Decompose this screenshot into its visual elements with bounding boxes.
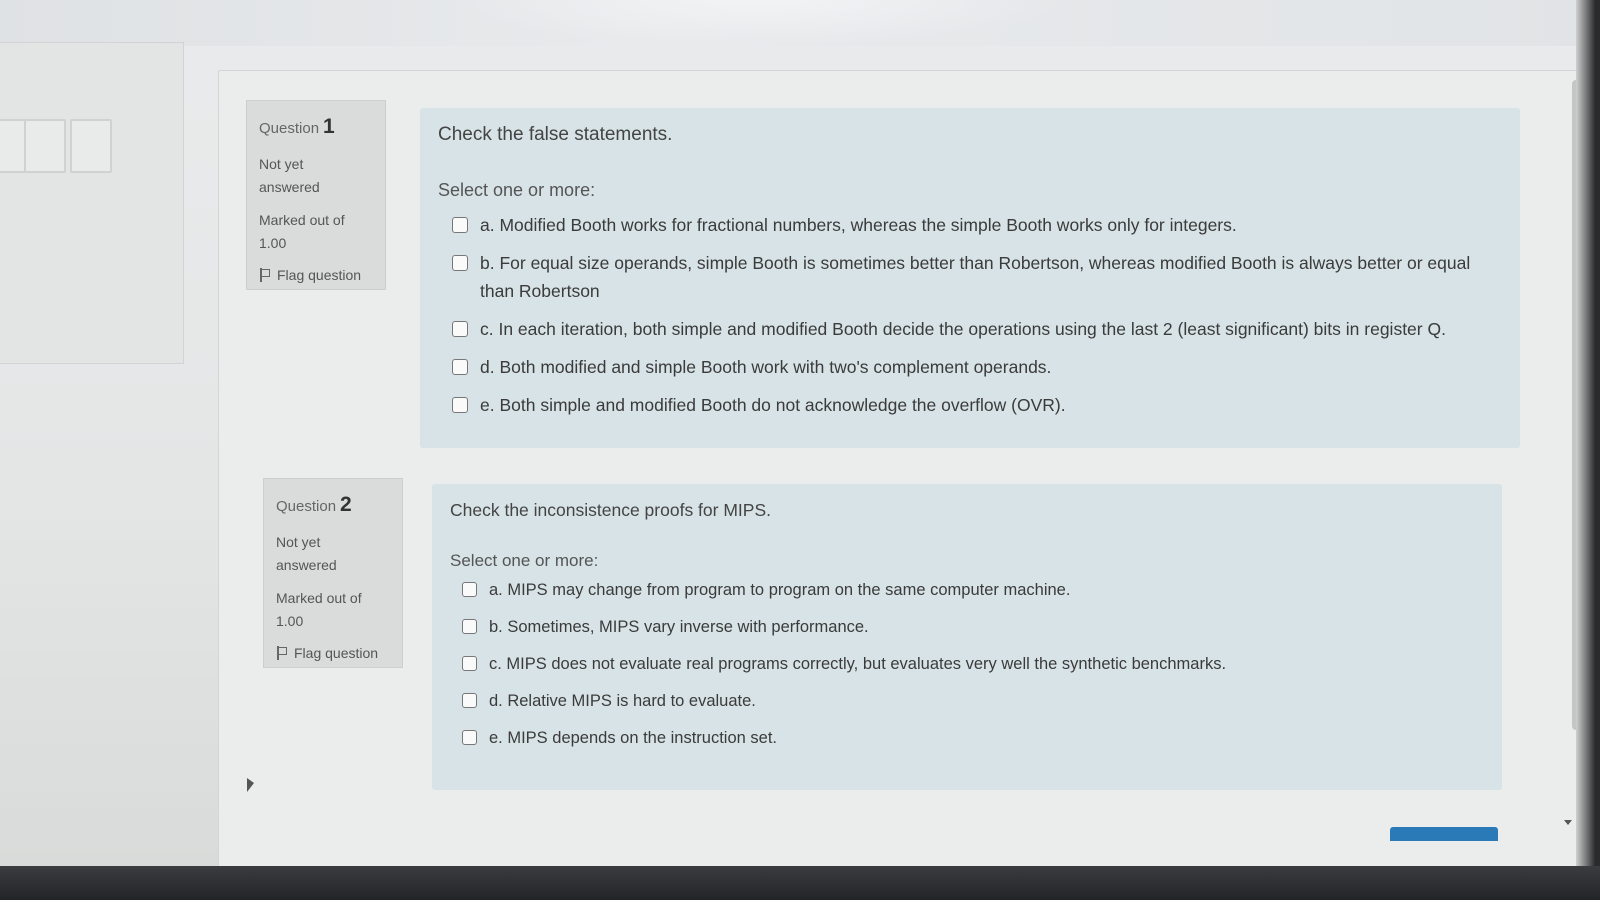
screen-bezel-right [1576, 0, 1600, 900]
next-page-button[interactable] [1390, 827, 1498, 841]
answer-option[interactable]: e. Both simple and modified Booth do not… [438, 391, 1502, 419]
checkbox-icon[interactable] [462, 730, 477, 745]
mouse-cursor-icon [247, 778, 254, 792]
answer-prompt: Select one or more: [450, 551, 599, 570]
checkbox-icon[interactable] [452, 217, 468, 233]
marked-line: Marked out of [259, 212, 345, 228]
flag-icon [276, 646, 288, 660]
option-label: c. In each iteration, both simple and mo… [480, 319, 1446, 339]
state-line: Not yet [276, 534, 321, 550]
browser-top-area [0, 0, 1600, 46]
question-grade: Marked out of 1.00 [276, 587, 390, 633]
checkbox-icon[interactable] [462, 619, 477, 634]
answer-option[interactable]: a. Modified Booth works for fractional n… [438, 211, 1502, 239]
checkbox-icon[interactable] [462, 693, 477, 708]
question-text: Check the false statements. [438, 124, 673, 145]
answer-option[interactable]: c. MIPS does not evaluate real programs … [450, 651, 1484, 677]
flag-question-button[interactable]: Flag question [259, 267, 373, 283]
question-1-content: Check the false statements. Select one o… [420, 108, 1520, 448]
flag-label: Flag question [294, 645, 379, 661]
marked-value: 1.00 [276, 613, 304, 629]
option-label: a. Modified Booth works for fractional n… [480, 215, 1237, 235]
option-label: a. MIPS may change from program to progr… [489, 581, 1071, 599]
marked-line: Marked out of [276, 590, 362, 606]
question-number-line: Question 1 [259, 115, 373, 139]
answer-option[interactable]: e. MIPS depends on the instruction set. [450, 725, 1484, 751]
flag-icon [259, 268, 271, 282]
state-line: answered [259, 179, 320, 195]
question-text: Check the inconsistence proofs for MIPS. [450, 500, 771, 520]
option-label: b. Sometimes, MIPS vary inverse with per… [489, 618, 869, 636]
question-number: 2 [340, 493, 352, 516]
answer-option[interactable]: d. Relative MIPS is hard to evaluate. [450, 688, 1484, 714]
checkbox-icon[interactable] [452, 255, 468, 271]
answer-option[interactable]: a. MIPS may change from program to progr… [450, 577, 1484, 603]
option-label: b. For equal size operands, simple Booth… [480, 253, 1471, 301]
question-number-line: Question 2 [276, 493, 390, 517]
option-label: d. Both modified and simple Booth work w… [480, 357, 1052, 377]
question-2-content: Check the inconsistence proofs for MIPS.… [432, 484, 1502, 790]
question-label: Question [259, 120, 320, 137]
checkbox-icon[interactable] [462, 582, 477, 597]
question-1-info: Question 1 Not yet answered Marked out of… [246, 100, 386, 290]
question-grade: Marked out of 1.00 [259, 209, 373, 255]
checkbox-icon[interactable] [462, 656, 477, 671]
answer-option[interactable]: c. In each iteration, both simple and mo… [438, 315, 1502, 343]
scroll-down-icon[interactable] [1564, 820, 1572, 825]
checkbox-icon[interactable] [452, 397, 468, 413]
question-2-info: Question 2 Not yet answered Marked out of… [263, 478, 403, 668]
option-label: c. MIPS does not evaluate real programs … [489, 655, 1227, 673]
checkbox-icon[interactable] [452, 359, 468, 375]
marked-value: 1.00 [259, 235, 287, 251]
question-label: Question [276, 498, 337, 515]
state-line: Not yet [259, 156, 304, 172]
quiz-navigation-panel [0, 42, 184, 364]
state-line: answered [276, 557, 337, 573]
screen-bezel-bottom [0, 866, 1600, 900]
answer-option[interactable]: b. For equal size operands, simple Booth… [438, 249, 1502, 305]
option-label: d. Relative MIPS is hard to evaluate. [489, 692, 756, 710]
question-number: 1 [323, 115, 335, 138]
option-label: e. Both simple and modified Booth do not… [480, 395, 1066, 415]
flag-question-button[interactable]: Flag question [276, 645, 390, 661]
nav-question-button[interactable] [70, 119, 112, 173]
flag-label: Flag question [277, 267, 362, 283]
answer-prompt: Select one or more: [438, 180, 596, 200]
question-state: Not yet answered [276, 531, 390, 577]
option-label: e. MIPS depends on the instruction set. [489, 729, 778, 747]
answer-option[interactable]: b. Sometimes, MIPS vary inverse with per… [450, 614, 1484, 640]
nav-question-button[interactable] [24, 119, 66, 173]
question-state: Not yet answered [259, 153, 373, 199]
checkbox-icon[interactable] [452, 321, 468, 337]
answer-option[interactable]: d. Both modified and simple Booth work w… [438, 353, 1502, 381]
